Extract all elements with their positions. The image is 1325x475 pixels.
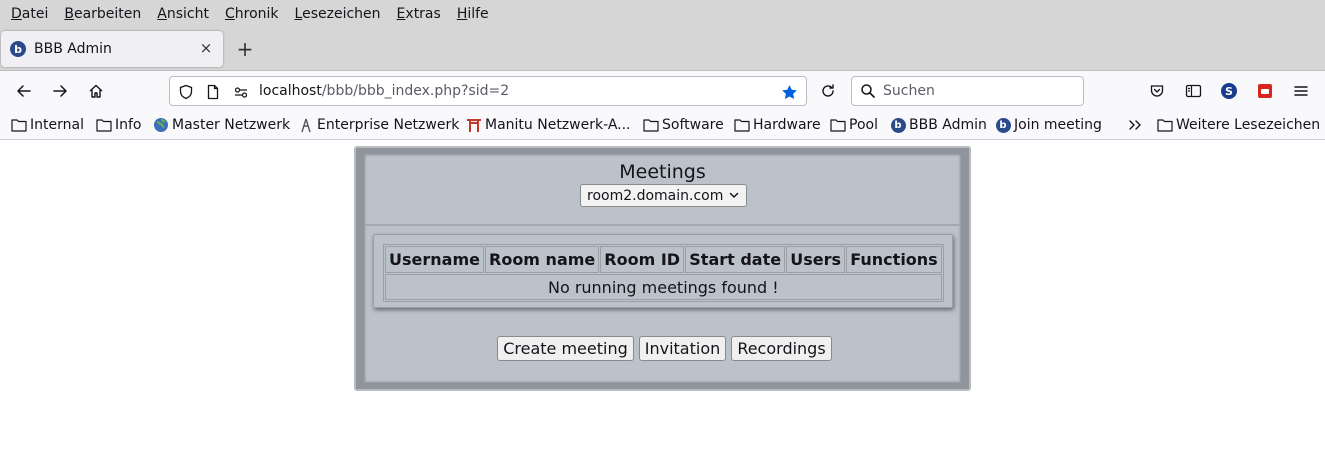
menu-chronik[interactable]: Chronik [217,6,287,22]
server-select[interactable]: room2.domain.com [580,184,747,207]
extension-s-icon[interactable]: S [1217,79,1241,103]
home-icon[interactable] [84,79,108,103]
meetings-frame: Meetings room2.domain.com Username Room … [354,146,971,391]
folder-icon [830,117,846,133]
bookmarks-overflow-chevron-icon[interactable] [1127,116,1143,134]
menu-bearbeiten[interactable]: Bearbeiten [56,6,149,22]
bookmark-folder-pool[interactable]: Pool [830,116,878,134]
folder-icon [643,117,659,133]
bookmark-master-netzwerk[interactable]: Master Netzwerk [153,116,290,134]
column-header-room-id: Room ID [600,246,685,273]
folder-icon [734,117,750,133]
globe-icon [153,117,169,133]
column-header-users: Users [786,246,846,273]
column-header-room-name: Room name [485,246,600,273]
bookmark-folder-software[interactable]: Software [643,116,724,134]
sidebar-icon[interactable] [1181,79,1205,103]
menu-extras[interactable]: Extras [389,6,449,22]
bookmark-manitu-netzwerk[interactable]: Manitu Netzwerk-A... [466,116,631,134]
bookmark-folder-weitere-lesezeichen[interactable]: Weitere Lesezeichen [1157,116,1320,134]
tab-strip: b BBB Admin × + [0,27,1325,71]
page-title: Meetings [619,161,706,183]
bookmark-folder-internal[interactable]: Internal [11,116,84,134]
create-meeting-button[interactable]: Create meeting [497,336,634,361]
folder-icon [11,117,27,133]
extension-youtube-icon[interactable] [1253,79,1277,103]
url-bar[interactable]: localhost/bbb/bbb_index.php?sid=2 [169,76,807,106]
new-tab-button[interactable]: + [234,37,256,61]
url-text[interactable]: localhost/bbb/bbb_index.php?sid=2 [259,83,509,99]
search-bar[interactable]: Suchen [851,76,1084,106]
folder-icon [96,117,112,133]
tab-title: BBB Admin [34,41,112,57]
menu-ansicht[interactable]: Ansicht [149,6,217,22]
search-placeholder: Suchen [883,83,935,99]
tab-bbb-admin[interactable]: b BBB Admin × [1,31,223,67]
bookmark-bbb-admin[interactable]: b BBB Admin [890,116,987,134]
invitation-button[interactable]: Invitation [639,336,726,361]
app-menu-icon[interactable] [1289,79,1313,103]
forward-icon[interactable] [48,79,72,103]
column-header-start-date: Start date [685,246,786,273]
bookmark-join-meeting[interactable]: b Join meeting [995,116,1102,134]
meetings-header: Meetings room2.domain.com [365,155,960,226]
navigation-bar: localhost/bbb/bbb_index.php?sid=2 Suchen… [0,71,1325,111]
svg-text:S: S [1225,85,1233,98]
menu-lesezeichen[interactable]: Lesezeichen [287,6,389,22]
bbb-favicon-icon: b [995,117,1011,133]
pocket-icon[interactable] [1145,79,1169,103]
bookmark-folder-info[interactable]: Info [96,116,142,134]
bookmark-enterprise-netzwerk[interactable]: Enterprise Netzwerk [298,116,459,134]
menu-hilfe[interactable]: Hilfe [449,6,497,22]
column-header-functions: Functions [846,246,942,273]
bbb-favicon-icon: b [890,117,906,133]
bbb-favicon-icon: b [10,41,26,57]
server-select-value: room2.domain.com [587,187,724,204]
table-header-row: Username Room name Room ID Start date Us… [385,246,942,273]
torii-icon [466,117,482,133]
bookmark-folder-hardware[interactable]: Hardware [734,116,821,134]
menu-bar: Datei Bearbeiten Ansicht Chronik Lesezei… [0,0,1325,27]
chevron-down-icon [728,189,740,205]
meetings-table-panel: Username Room name Room ID Start date Us… [373,234,953,308]
tower-icon [298,117,314,133]
menu-datei[interactable]: Datei [3,6,56,22]
folder-icon [1157,117,1173,133]
empty-message: No running meetings found ! [385,274,942,300]
bookmarks-bar: Internal Info Master Netzwerk Enterprise… [0,111,1325,140]
meetings-panel: Meetings room2.domain.com Username Room … [364,154,961,383]
back-icon[interactable] [12,79,36,103]
bookmark-star-icon[interactable] [780,83,798,101]
column-header-username: Username [385,246,484,273]
permissions-icon[interactable] [232,83,250,101]
tracking-shield-icon[interactable] [177,83,195,101]
reload-icon[interactable] [816,79,840,103]
search-icon [860,83,876,103]
meetings-table: Username Room name Room ID Start date Us… [383,244,944,302]
close-tab-icon[interactable]: × [198,39,214,57]
table-row: No running meetings found ! [385,274,942,300]
recordings-button[interactable]: Recordings [731,336,832,361]
page-info-icon[interactable] [204,83,222,101]
